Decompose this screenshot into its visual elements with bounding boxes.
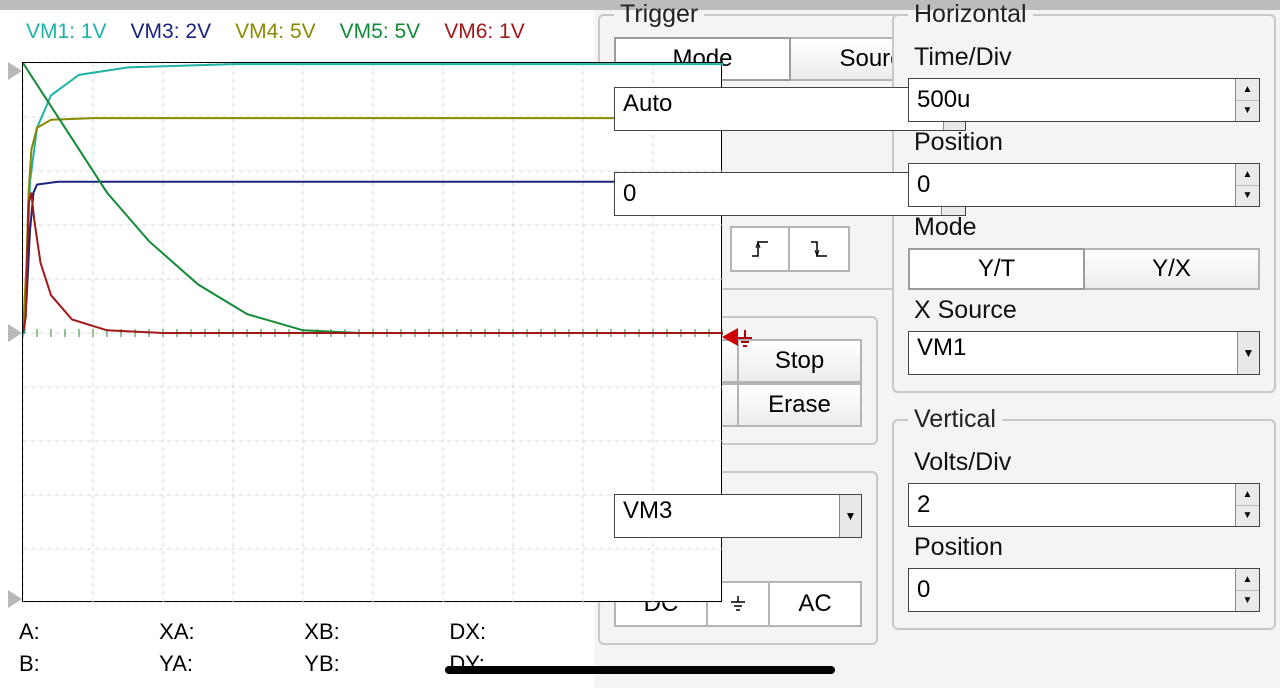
timediv-down[interactable]: ▼ <box>1236 101 1259 122</box>
vpos-label: Position <box>914 533 1260 562</box>
scope-area: VM1: 1V VM3: 2V VM4: 5V VM5: 5V VM6: 1V <box>0 10 594 610</box>
gnd-icon <box>729 595 747 613</box>
ground-icon <box>737 330 753 355</box>
stop-button[interactable]: Stop <box>739 339 862 383</box>
horizontal-title: Horizontal <box>908 0 1033 29</box>
hpos-down[interactable]: ▼ <box>1236 186 1259 207</box>
timediv-label: Time/Div <box>914 43 1260 72</box>
falling-edge-icon <box>809 238 829 260</box>
trigger-mode-select[interactable]: Auto <box>615 88 943 130</box>
trigger-rising-button[interactable] <box>730 226 790 272</box>
timediv-input[interactable] <box>909 79 1235 121</box>
readout-DY: DY: <box>448 648 594 680</box>
voltsdiv-label: Volts/Div <box>914 448 1260 477</box>
channel-select[interactable]: VM3 <box>615 495 839 537</box>
trigger-level-marker[interactable] <box>722 328 738 346</box>
readout-B: B: <box>18 648 158 680</box>
vertical-panel: Vertical Volts/Div ▲ ▼ Position ▲ ▼ <box>892 405 1276 630</box>
readout-XA: XA: <box>158 616 303 648</box>
voltsdiv-input[interactable] <box>909 484 1235 526</box>
hpos-up[interactable]: ▲ <box>1236 164 1259 186</box>
voltsdiv-down[interactable]: ▼ <box>1236 506 1259 527</box>
legend-vm5: VM5: 5V <box>340 20 421 44</box>
trigger-falling-button[interactable] <box>790 226 850 272</box>
home-indicator <box>445 666 835 674</box>
channel-legend: VM1: 1V VM3: 2V VM4: 5V VM5: 5V VM6: 1V <box>0 10 594 44</box>
vpos-up[interactable]: ▲ <box>1236 569 1259 591</box>
trigger-title: Trigger <box>614 0 704 29</box>
hpos-input[interactable] <box>909 164 1235 206</box>
timediv-up[interactable]: ▲ <box>1236 79 1259 101</box>
readout-DX: DX: <box>448 616 594 648</box>
legend-vm6: VM6: 1V <box>444 20 525 44</box>
mode-yt-button[interactable]: Y/T <box>908 248 1085 290</box>
readout-YA: YA: <box>158 648 303 680</box>
hpos-label: Position <box>914 128 1260 157</box>
readout-XB: XB: <box>303 616 448 648</box>
top-cursor-marker[interactable] <box>8 62 22 80</box>
erase-button[interactable]: Erase <box>739 383 862 427</box>
readout-A: A: <box>18 616 158 648</box>
vertical-title: Vertical <box>908 405 1002 434</box>
trigger-level-input[interactable] <box>615 173 941 215</box>
legend-vm1: VM1: 1V <box>26 20 107 44</box>
xsource-select[interactable]: VM1 <box>909 332 1237 374</box>
channel-dropdown[interactable]: ▼ <box>839 495 861 537</box>
rising-edge-icon <box>750 238 770 260</box>
horizontal-panel: Horizontal Time/Div ▲ ▼ Position ▲ ▼ <box>892 0 1276 393</box>
scope-panel: VM1: 1V VM3: 2V VM4: 5V VM5: 5V VM6: 1V A: X… <box>0 0 594 688</box>
zero-cursor-marker[interactable] <box>8 324 22 342</box>
xsource-dropdown[interactable]: ▼ <box>1237 332 1259 374</box>
xsource-label: X Source <box>914 296 1260 325</box>
mode-yx-button[interactable]: Y/X <box>1085 248 1260 290</box>
bottom-cursor-marker[interactable] <box>8 590 22 608</box>
legend-vm3: VM3: 2V <box>131 20 212 44</box>
legend-vm4: VM4: 5V <box>235 20 316 44</box>
hmode-label: Mode <box>914 213 1260 242</box>
voltsdiv-up[interactable]: ▲ <box>1236 484 1259 506</box>
readout-YB: YB: <box>303 648 448 680</box>
vpos-input[interactable] <box>909 569 1235 611</box>
vpos-down[interactable]: ▼ <box>1236 591 1259 612</box>
coupling-ac-button[interactable]: AC <box>768 581 862 627</box>
